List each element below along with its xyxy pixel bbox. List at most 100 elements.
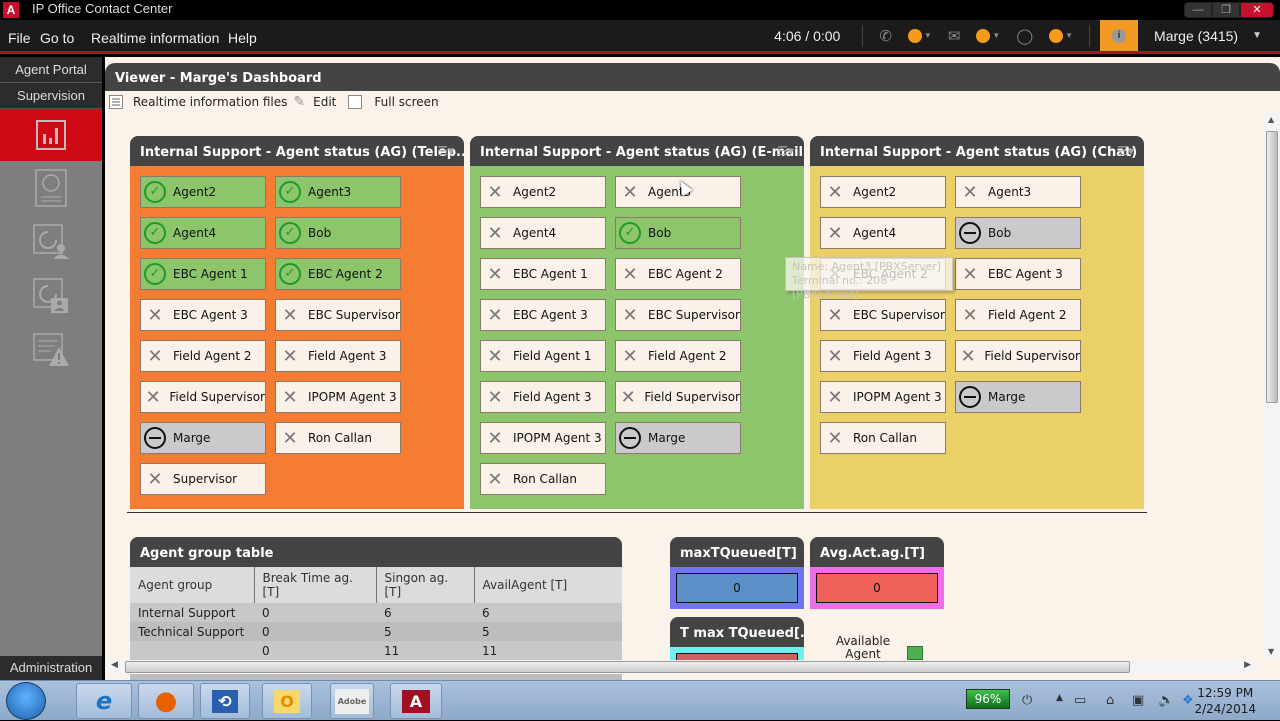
chat-status-dropdown[interactable]: ▼ <box>1049 28 1073 43</box>
taskbar-app-firefox[interactable]: ● <box>138 683 194 719</box>
agent-tile[interactable]: ✕ IPOPM Agent 3 <box>480 422 606 454</box>
agent-tile[interactable]: ✕ EBC Agent 3 <box>480 299 606 331</box>
start-button[interactable] <box>6 682 46 720</box>
email-status-dropdown[interactable]: ▼ <box>976 28 1000 43</box>
agent-tile[interactable]: ✓ Agent2 <box>140 176 266 208</box>
panel-menu-icon[interactable]: ☰▾ <box>777 144 794 158</box>
menu-file[interactable]: File <box>8 30 31 46</box>
agent-tile[interactable]: ✓ Bob <box>615 217 741 249</box>
agent-tile[interactable]: ✓ Agent3 <box>275 176 401 208</box>
show-hidden-icons-icon[interactable]: ▲ <box>1056 693 1063 703</box>
agent-tile[interactable]: ✕ Field Agent 2 <box>955 299 1081 331</box>
agent-tile[interactable]: Marge <box>615 422 741 454</box>
agent-tile[interactable]: ✕ EBC Supervisor <box>615 299 741 331</box>
realtime-information-files-button[interactable]: Realtime information files <box>109 95 287 109</box>
agent-tile[interactable]: ✕ EBC Supervisor <box>820 299 946 331</box>
email-icon[interactable]: ✉ <box>948 27 961 45</box>
user-menu-chevron-icon[interactable]: ▼ <box>1252 30 1262 41</box>
agent-tile[interactable]: ✕ Field Agent 3 <box>820 340 946 372</box>
agent-tile[interactable]: ✕ Field Agent 3 <box>480 381 606 413</box>
agent-tile[interactable]: ✕ Supervisor <box>140 463 266 495</box>
horizontal-scrollbar[interactable]: ◀ ▶ <box>105 660 1255 674</box>
sidebar-item-administration[interactable]: Administration <box>0 656 102 680</box>
column-header[interactable]: Singon ag. [T] <box>376 567 475 603</box>
agent-tile[interactable]: ✕ Field Agent 2 <box>140 340 266 372</box>
agent-tile[interactable]: ✕ Field Supervisor <box>140 381 266 413</box>
agent-tile[interactable]: ✕ Field Supervisor <box>615 381 741 413</box>
device-icon[interactable]: ⌂ <box>1106 693 1114 708</box>
edit-button[interactable]: ✎ Edit <box>291 94 336 110</box>
agent-tile[interactable]: ✕ Agent4 <box>480 217 606 249</box>
scroll-up-icon[interactable]: ▲ <box>1268 115 1274 124</box>
taskbar-app-adobe[interactable]: Adobe <box>330 683 374 719</box>
table-row[interactable]: Technical Support 0 5 5 <box>130 622 622 641</box>
menu-help[interactable]: Help <box>228 30 257 46</box>
menu-realtime-information[interactable]: Realtime information <box>91 30 219 46</box>
scrollbar-thumb[interactable] <box>1266 131 1278 403</box>
scroll-down-icon[interactable]: ▼ <box>1268 647 1274 656</box>
sidebar-item-agent-portal[interactable]: Agent Portal <box>0 57 102 83</box>
agent-tile[interactable]: ✕ EBC Agent 3 <box>140 299 266 331</box>
close-button[interactable]: ✕ <box>1240 2 1274 18</box>
agent-tile[interactable]: ✕ Agent2 <box>820 176 946 208</box>
agent-tile[interactable]: ✕ EBC Agent 2 <box>615 258 741 290</box>
agent-tile[interactable]: ✕ Field Agent 2 <box>615 340 741 372</box>
panel-menu-icon[interactable]: ☰▾ <box>437 144 454 158</box>
clock[interactable]: 12:59 PM 2/24/2014 <box>1194 685 1256 717</box>
battery-indicator[interactable]: 96% <box>966 689 1010 709</box>
column-header[interactable]: Agent group <box>130 567 255 603</box>
column-header[interactable]: Break Time ag. [T] <box>254 567 377 603</box>
agent-tile[interactable]: ✕ IPOPM Agent 3 <box>820 381 946 413</box>
agent-tile[interactable]: ✕ Agent3 <box>955 176 1081 208</box>
sidebar-item-realtime[interactable] <box>0 109 102 161</box>
agent-tile[interactable]: ✓ Agent4 <box>140 217 266 249</box>
sidebar-item-supervision[interactable]: Supervision <box>0 83 102 109</box>
taskbar-app-outlook[interactable]: O <box>262 683 312 719</box>
taskbar-app-sync-app[interactable]: ⟲ <box>200 683 250 719</box>
sidebar-item-reports[interactable] <box>0 161 102 215</box>
agent-tile[interactable]: ✕ Ron Callan <box>480 463 606 495</box>
table-row[interactable]: 0 11 11 <box>130 641 622 660</box>
agent-tile[interactable]: ✓ Bob <box>275 217 401 249</box>
scroll-left-icon[interactable]: ◀ <box>111 660 118 670</box>
dropbox-icon[interactable]: ❖ <box>1182 693 1194 708</box>
network-icon[interactable]: ▣ <box>1132 693 1144 708</box>
minimize-button[interactable]: — <box>1184 2 1212 18</box>
restore-button[interactable]: ❐ <box>1212 2 1240 18</box>
agent-tile[interactable]: ✓ EBC Agent 1 <box>140 258 266 290</box>
sidebar-item-agent-cards[interactable] <box>0 269 102 323</box>
table-row[interactable]: Internal Support 0 6 6 <box>130 603 622 622</box>
phone-icon[interactable]: ✆ <box>879 27 892 45</box>
agent-tile[interactable]: ✕ EBC Supervisor <box>275 299 401 331</box>
scroll-right-icon[interactable]: ▶ <box>1244 660 1251 670</box>
vertical-scrollbar[interactable]: ▲ ▼ <box>1264 113 1280 658</box>
tray-app-icon[interactable]: ▭ <box>1074 693 1086 708</box>
agent-tile[interactable]: ✕ Agent3 <box>615 176 741 208</box>
info-button[interactable]: i <box>1100 20 1139 51</box>
agent-tile[interactable]: ✕ Ron Callan <box>820 422 946 454</box>
agent-tile[interactable]: ✕ Field Agent 1 <box>480 340 606 372</box>
agent-tile[interactable]: ✕ Field Supervisor <box>955 340 1081 372</box>
agent-tile[interactable]: ✕ IPOPM Agent 3 <box>275 381 401 413</box>
volume-icon[interactable]: 🔊 <box>1158 693 1174 708</box>
scrollbar-thumb[interactable] <box>125 661 1130 673</box>
menu-go-to[interactable]: Go to <box>40 30 74 46</box>
panel-menu-icon[interactable]: ☰▾ <box>1117 144 1134 158</box>
agent-tile[interactable]: ✕ Agent2 <box>480 176 606 208</box>
agent-tile[interactable]: Marge <box>955 381 1081 413</box>
power-plug-icon[interactable]: ⏻ <box>1022 693 1032 708</box>
sidebar-item-alerts[interactable] <box>0 323 102 377</box>
agent-tile[interactable]: Marge <box>140 422 266 454</box>
agent-tile[interactable]: ✕ Agent4 <box>820 217 946 249</box>
agent-tile[interactable]: ✕ EBC Agent 1 <box>480 258 606 290</box>
agent-tile[interactable]: Bob <box>955 217 1081 249</box>
taskbar-app-ipocc[interactable]: A <box>390 683 442 719</box>
sidebar-item-agent-reports[interactable] <box>0 215 102 269</box>
agent-tile[interactable]: ✕ Field Agent 3 <box>275 340 401 372</box>
column-header[interactable]: AvailAgent [T] <box>474 567 622 603</box>
agent-tile[interactable]: ✕ Ron Callan <box>275 422 401 454</box>
user-label[interactable]: Marge (3415) <box>1154 28 1238 44</box>
agent-tile[interactable]: ✓ EBC Agent 2 <box>275 258 401 290</box>
full-screen-button[interactable]: Full screen <box>348 95 439 109</box>
agent-tile[interactable]: ✕ EBC Agent 3 <box>955 258 1081 290</box>
